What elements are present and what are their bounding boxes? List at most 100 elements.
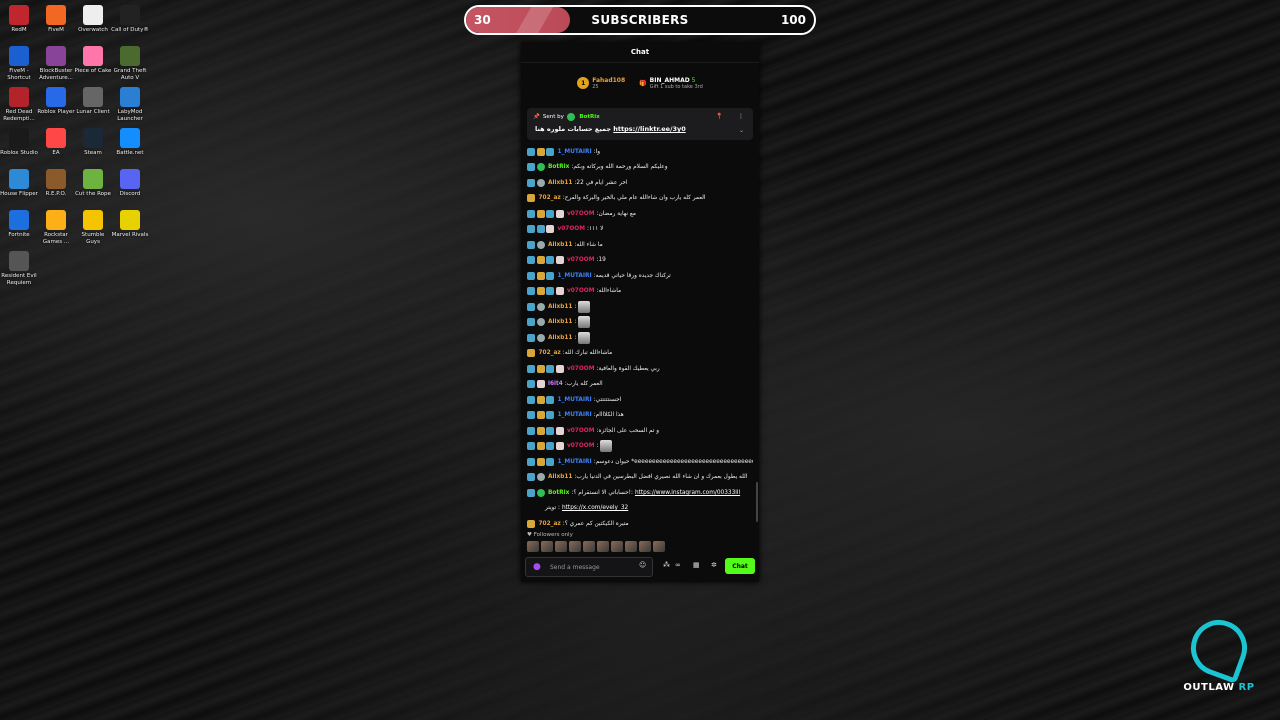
desktop-icon[interactable]: Red Dead Redempti...: [0, 82, 38, 123]
desktop-icon[interactable]: BlockBuster Adventure...: [37, 41, 75, 82]
chat-username[interactable]: Alixb11: [548, 335, 572, 341]
quick-emote-icon[interactable]: [569, 541, 581, 552]
app-icon: [9, 169, 29, 189]
desktop-icon[interactable]: Marvel Rivals: [111, 205, 149, 239]
chat-username[interactable]: BotRix: [548, 164, 569, 170]
desktop-icon[interactable]: Steam: [74, 123, 112, 157]
quick-emote-icon[interactable]: [611, 541, 623, 552]
desktop-icon[interactable]: Call of Duty®: [111, 0, 149, 34]
chat-username[interactable]: 1_MUTAIRI: [558, 149, 592, 155]
chat-username[interactable]: v07OOM: [567, 288, 594, 294]
desktop-icon[interactable]: Lunar Client: [74, 82, 112, 116]
pinned-message[interactable]: 📌 Sent by BotRix جميع حسابات ملوره هنا h…: [527, 108, 753, 140]
unpin-icon[interactable]: 📍: [716, 113, 723, 120]
chat-username[interactable]: 702_az: [539, 195, 561, 201]
desktop-icon[interactable]: Piece of Cake: [74, 41, 112, 75]
quick-emote-icon[interactable]: [653, 541, 665, 552]
chat-username[interactable]: Alixb11: [548, 180, 572, 186]
desktop-icon[interactable]: R.E.P.O.: [37, 164, 75, 198]
link-icon[interactable]: ∞: [675, 561, 681, 569]
desktop-icon[interactable]: House Flipper: [0, 164, 38, 198]
leaderboard-first[interactable]: 1 Fahad108 25: [577, 77, 625, 90]
gift-icon[interactable]: ▦: [693, 561, 700, 569]
sub-badge-icon: [527, 147, 535, 156]
chat-username[interactable]: 702_az: [539, 521, 561, 527]
chat-username[interactable]: v07OOM: [567, 211, 594, 217]
emotes-icon[interactable]: ⁂: [663, 561, 670, 569]
desktop-icon[interactable]: Cut the Rope: [74, 164, 112, 198]
subscriber-goal-bar: 30 SUBSCRIBERS 100: [464, 5, 816, 35]
send-chat-button[interactable]: Chat: [725, 558, 755, 574]
chat-username[interactable]: Alixb11: [548, 242, 572, 248]
desktop-icon[interactable]: RedM: [0, 0, 38, 34]
message-input[interactable]: [525, 557, 653, 577]
chat-username[interactable]: Alixb11: [548, 474, 572, 480]
chat-username[interactable]: v07OOM: [567, 428, 594, 434]
quick-emote-icon[interactable]: [639, 541, 651, 552]
microphone-icon[interactable]: ●: [533, 561, 541, 573]
desktop-icon[interactable]: Roblox Studio: [0, 123, 38, 157]
gift-badge-icon: [555, 442, 564, 451]
chat-username[interactable]: 1_MUTAIRI: [558, 273, 592, 279]
chat-username[interactable]: v07OOM: [567, 366, 594, 372]
chat-username[interactable]: Alixb11: [548, 319, 572, 325]
chat-message: Alixb11: اخر عشر ايام في 22: [527, 175, 753, 191]
desktop-icon[interactable]: Stumble Guys: [74, 205, 112, 246]
chat-username[interactable]: 1_MUTAIRI: [558, 412, 592, 418]
chat-link[interactable]: https://www.instagram.com/00333lll: [635, 490, 740, 496]
desktop-icon-label: Fortnite: [8, 232, 30, 238]
leaderboard-second[interactable]: 🎁 BIN_AHMAD 5 Gift 1 sub to take 3rd: [639, 77, 703, 90]
chevron-down-icon[interactable]: ⌄: [739, 127, 744, 134]
chat-username[interactable]: v07OOM: [567, 443, 594, 449]
chat-message: 702_az: ماشاءالله تبارك الله: [527, 346, 753, 362]
desktop-icon[interactable]: Fortnite: [0, 205, 38, 239]
desktop-icon[interactable]: Resident Evil Requiem: [0, 246, 38, 287]
desktop-icon-label: Roblox Player: [37, 109, 75, 115]
gear-icon[interactable]: ✲: [711, 561, 717, 569]
desktop-icon[interactable]: FiveM: [37, 0, 75, 34]
quick-emote-icon[interactable]: [625, 541, 637, 552]
emoji-icon[interactable]: ☺: [639, 561, 646, 569]
desktop-icon-label: Discord: [119, 191, 141, 197]
gift-icon: 🎁: [639, 79, 647, 87]
chat-username[interactable]: l6it4: [548, 381, 563, 387]
chat-link[interactable]: https://x.com/evely_32: [562, 505, 628, 511]
quick-emote-icon[interactable]: [597, 541, 609, 552]
desktop-icon[interactable]: EA: [37, 123, 75, 157]
chat-username[interactable]: v07OOM: [558, 226, 585, 232]
quick-emote-icon[interactable]: [583, 541, 595, 552]
chat-username[interactable]: Alixb11: [548, 304, 572, 310]
chat-input-row: ● ☺ ⁂ ∞ ▦ ✲ Chat: [525, 557, 755, 579]
desktop-icon[interactable]: Overwatch: [74, 0, 112, 34]
chat-username[interactable]: 1_MUTAIRI: [558, 459, 592, 465]
desktop-icon[interactable]: FiveM - Shortcut: [0, 41, 38, 82]
desktop-icon-label: FiveM - Shortcut: [7, 68, 31, 81]
chat-scrollbar[interactable]: [756, 482, 758, 522]
desktop-icon-label: RedM: [11, 27, 27, 33]
desktop-icon[interactable]: Grand Theft Auto V: [111, 41, 149, 82]
chat-username[interactable]: 1_MUTAIRI: [558, 397, 592, 403]
followers-only-label: Followers only: [533, 532, 573, 538]
chat-username[interactable]: v07OOM: [567, 257, 594, 263]
chat-username[interactable]: BotRix: [548, 490, 569, 496]
desktop-icon[interactable]: Roblox Player: [37, 82, 75, 116]
pinned-link[interactable]: https://linktr.ee/3y0: [613, 125, 685, 133]
chat-username[interactable]: 702_az: [539, 350, 561, 356]
desktop-icon[interactable]: Rockstar Games ...: [37, 205, 75, 246]
quick-emote-icon[interactable]: [555, 541, 567, 552]
more-options-icon[interactable]: ⋮: [738, 113, 744, 120]
app-icon: [46, 210, 66, 230]
quick-emote-icon[interactable]: [541, 541, 553, 552]
desktop-icon[interactable]: LabyMod Launcher: [111, 82, 149, 123]
crown-badge-icon: [536, 411, 545, 420]
sub-badge-icon: [527, 380, 535, 389]
desktop-icon[interactable]: Discord: [111, 164, 149, 198]
logo-text: OUTLAW RP: [1176, 682, 1262, 693]
sub-badge-icon: [546, 364, 554, 373]
chat-message: Alixb11: الله يطول بعمرك و ان شاء الله ن…: [527, 470, 753, 486]
crown-badge-icon: [536, 147, 545, 156]
quick-emote-icon[interactable]: [527, 541, 539, 552]
desktop-icon[interactable]: Battle.net: [111, 123, 149, 157]
chat-message: v07OOM: و تم السحب على الجائزه: [527, 423, 753, 439]
followers-only-indicator: ♥ Followers only: [527, 532, 573, 538]
